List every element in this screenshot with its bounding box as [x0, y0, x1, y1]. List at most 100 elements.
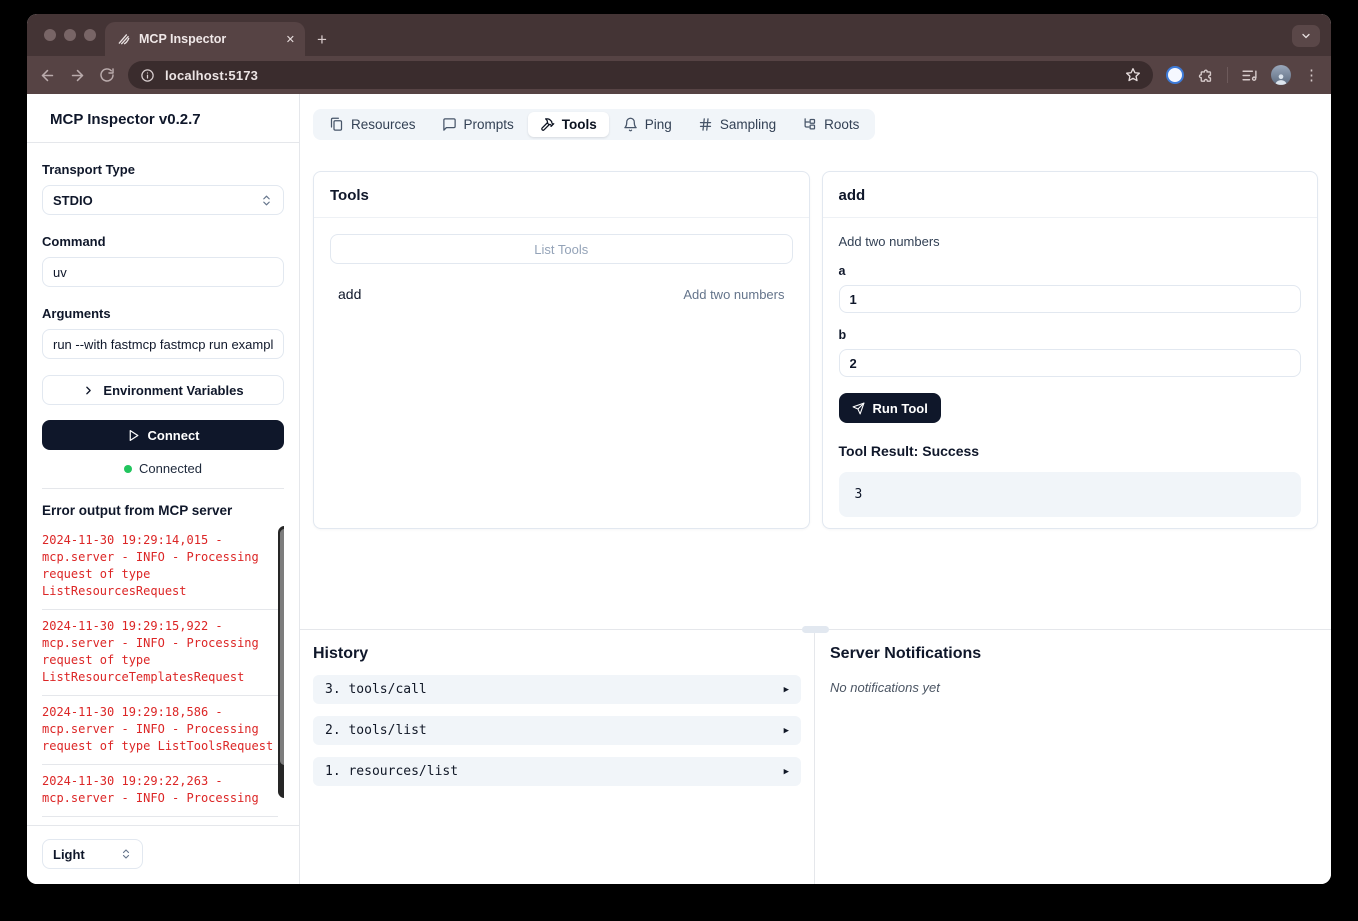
divider: [27, 142, 299, 143]
arguments-input[interactable]: [42, 329, 284, 359]
play-icon: [127, 429, 140, 442]
top-section: Resources Prompts Tools Ping: [300, 94, 1331, 629]
reload-icon: [99, 67, 115, 83]
notifications-empty-text: No notifications yet: [830, 680, 1316, 695]
chevron-down-icon: [1300, 30, 1312, 42]
scrollbar-thumb[interactable]: [280, 529, 284, 765]
connect-button[interactable]: Connect: [42, 420, 284, 450]
history-title: History: [313, 645, 801, 663]
back-button[interactable]: [39, 67, 56, 84]
new-tab-button[interactable]: +: [317, 31, 327, 48]
connect-label: Connect: [148, 428, 200, 443]
tool-name: add: [338, 286, 361, 302]
error-output-title: Error output from MCP server: [42, 503, 284, 518]
transport-type-value: STDIO: [53, 193, 93, 208]
tab-resources[interactable]: Resources: [317, 112, 428, 137]
send-icon: [852, 402, 865, 415]
tool-detail-description: Add two numbers: [839, 234, 1302, 249]
history-pane: History 3. tools/call ▶ 2. tools/list ▶ …: [300, 630, 815, 884]
tool-detail-title: add: [823, 172, 1318, 218]
history-item-label: 1. resources/list: [325, 764, 458, 779]
main-area: Resources Prompts Tools Ping: [300, 94, 1331, 884]
window-close-button[interactable]: [44, 29, 56, 41]
arrow-right-icon: [69, 67, 86, 84]
param-a-label: a: [839, 264, 1302, 278]
history-item-label: 3. tools/call: [325, 682, 427, 697]
browser-toolbar: localhost:5173 ⋮: [27, 56, 1331, 94]
environment-variables-label: Environment Variables: [103, 383, 243, 398]
scrollbar-track[interactable]: [278, 526, 284, 798]
notifications-pane: Server Notifications No notifications ye…: [815, 630, 1331, 884]
tool-list-item[interactable]: add Add two numbers: [330, 286, 793, 302]
log-entry: 2024-11-30 19:29:15,922 - mcp.server - I…: [42, 610, 278, 696]
url-text[interactable]: localhost:5173: [165, 68, 1115, 83]
forward-button[interactable]: [69, 67, 86, 84]
window-zoom-button[interactable]: [84, 29, 96, 41]
browser-menu-button[interactable]: ⋮: [1304, 66, 1319, 84]
chevron-right-icon: [82, 384, 95, 397]
browser-tab[interactable]: MCP Inspector ✕: [105, 22, 305, 56]
traffic-lights: [44, 29, 96, 41]
tab-search-button[interactable]: [1292, 25, 1320, 47]
hash-icon: [698, 117, 713, 132]
environment-variables-button[interactable]: Environment Variables: [42, 375, 284, 405]
run-tool-label: Run Tool: [873, 401, 928, 416]
sidebar: MCP Inspector v0.2.7 Transport Type STDI…: [27, 94, 300, 884]
expand-arrow-icon[interactable]: ▶: [784, 767, 789, 777]
transport-type-select[interactable]: STDIO: [42, 185, 284, 215]
extensions-puzzle-icon[interactable]: [1197, 67, 1214, 84]
bookmark-star-icon[interactable]: [1125, 67, 1141, 83]
divider: [42, 488, 284, 489]
password-extension-icon[interactable]: [1166, 66, 1184, 84]
tool-result-title: Tool Result: Success: [839, 443, 1302, 459]
site-info-icon[interactable]: [140, 68, 155, 83]
expand-arrow-icon[interactable]: ▶: [784, 726, 789, 736]
tab-close-icon[interactable]: ✕: [286, 33, 295, 46]
tool-detail-body: Add two numbers a b Run Tool: [823, 218, 1318, 529]
favicon-icon: [117, 32, 131, 46]
connection-status-text: Connected: [139, 461, 202, 476]
tab-ping[interactable]: Ping: [611, 112, 684, 137]
sidebar-footer: Light: [27, 825, 299, 884]
reload-button[interactable]: [99, 67, 115, 83]
expand-arrow-icon[interactable]: ▶: [784, 685, 789, 695]
chevrons-up-down-icon: [260, 194, 273, 207]
tab-label: Sampling: [720, 117, 776, 132]
history-item[interactable]: 3. tools/call ▶: [313, 675, 801, 704]
param-b-label: b: [839, 328, 1302, 342]
resize-handle[interactable]: [802, 626, 829, 633]
run-tool-button[interactable]: Run Tool: [839, 393, 941, 423]
profile-avatar[interactable]: [1271, 65, 1291, 85]
command-input[interactable]: [42, 257, 284, 287]
connected-dot-icon: [124, 465, 132, 473]
tab-tools[interactable]: Tools: [528, 112, 609, 137]
tab-label: Ping: [645, 117, 672, 132]
person-icon: [1274, 73, 1288, 85]
tab-label: Prompts: [464, 117, 514, 132]
theme-select[interactable]: Light: [42, 839, 143, 869]
tab-label: Tools: [562, 117, 597, 132]
param-b-input[interactable]: [839, 349, 1302, 377]
files-icon: [329, 117, 344, 132]
param-a-input[interactable]: [839, 285, 1302, 313]
tools-panel-body: List Tools add Add two numbers: [314, 218, 809, 318]
arrow-left-icon: [39, 67, 56, 84]
tab-label: Roots: [824, 117, 859, 132]
url-bar[interactable]: localhost:5173: [128, 61, 1153, 89]
list-tools-button[interactable]: List Tools: [330, 234, 793, 264]
chevrons-up-down-icon: [120, 848, 132, 860]
hammer-icon: [540, 117, 555, 132]
tab-roots[interactable]: Roots: [790, 112, 871, 137]
tools-panel-title: Tools: [314, 172, 809, 218]
tab-sampling[interactable]: Sampling: [686, 112, 788, 137]
window-minimize-button[interactable]: [64, 29, 76, 41]
tool-result-value: 3: [839, 472, 1302, 517]
log-entry: 2024-11-30 19:29:18,586 - mcp.server - I…: [42, 696, 278, 765]
bottom-section: History 3. tools/call ▶ 2. tools/list ▶ …: [300, 629, 1331, 884]
message-square-icon: [442, 117, 457, 132]
browser-window: MCP Inspector ✕ + localhost:5173: [27, 14, 1331, 884]
tab-prompts[interactable]: Prompts: [430, 112, 526, 137]
history-item[interactable]: 2. tools/list ▶: [313, 716, 801, 745]
media-controls-icon[interactable]: [1241, 67, 1258, 84]
history-item[interactable]: 1. resources/list ▶: [313, 757, 801, 786]
